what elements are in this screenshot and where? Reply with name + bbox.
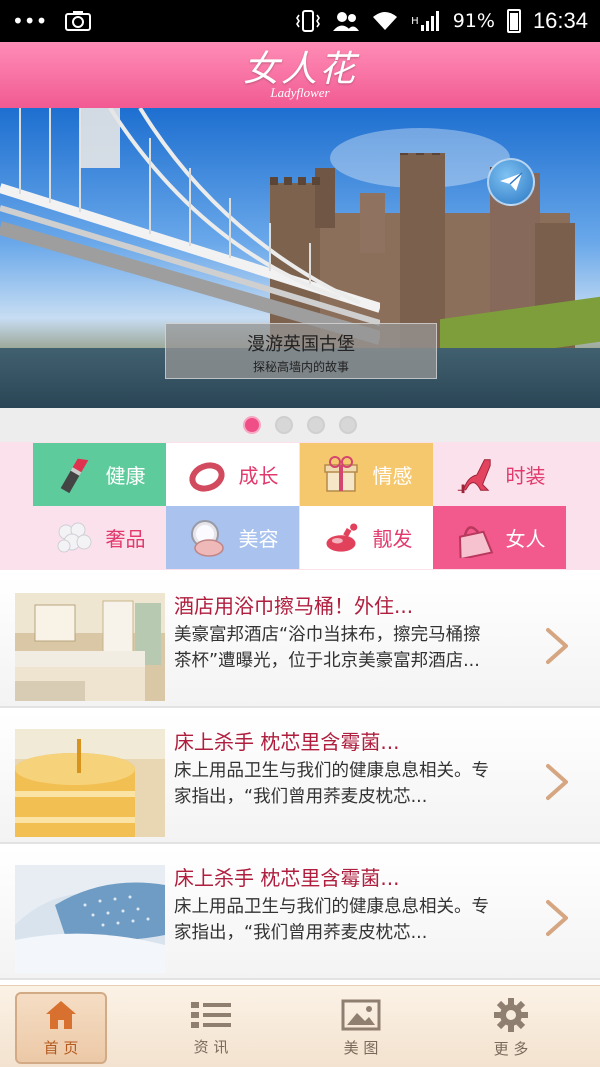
high-heel-icon — [454, 455, 494, 495]
nav-home[interactable]: 首 页 — [15, 992, 107, 1064]
news-title: 床上杀手 枕芯里含霉菌... — [174, 730, 400, 754]
page-dot-1[interactable] — [243, 416, 261, 434]
category-women[interactable]: 女人 — [433, 506, 566, 569]
page-indicator — [0, 408, 600, 442]
screenshot-icon — [65, 8, 92, 34]
share-icon[interactable] — [487, 158, 535, 206]
perfume-icon — [321, 518, 361, 558]
category-emotion[interactable]: 情感 — [300, 443, 433, 506]
contacts-icon — [333, 8, 360, 34]
page-dot-4[interactable] — [339, 416, 357, 434]
category-fashion[interactable]: 时装 — [433, 443, 566, 506]
category-beauty[interactable]: 美容 — [166, 506, 299, 569]
news-summary: 床上用品卫生与我们的健康息息相关。专家指出，“我们曾用荞麦皮枕芯... — [174, 897, 489, 943]
home-icon — [46, 1000, 76, 1029]
banner-caption-title: 漫游英国古堡 — [247, 334, 355, 355]
news-item[interactable]: 床上杀手 枕芯里含霉菌... 床上用品卫生与我们的健康息息相关。专家指出，“我们… — [0, 712, 600, 844]
battery-percent: 91% — [452, 10, 495, 32]
chevron-right-icon[interactable] — [542, 898, 572, 938]
chevron-right-icon[interactable] — [542, 626, 572, 666]
clock: 16:34 — [532, 8, 588, 33]
nav-news[interactable]: 资 讯 — [165, 992, 257, 1064]
status-bar: ••• H 91% 16:34 — [0, 0, 600, 42]
bottom-navigation: 首 页 资 讯 美 图 更 多 — [0, 985, 600, 1067]
page-dot-2[interactable] — [275, 416, 293, 434]
gift-box-icon — [321, 455, 361, 495]
app-header: 女人花 Ladyflower — [0, 42, 600, 108]
news-summary: 美豪富邦酒店“浴巾当抹布，擦完马桶擦茶杯”遭曝光，位于北京美豪富邦酒店... — [174, 625, 481, 671]
news-item[interactable]: 床上杀手 枕芯里含霉菌... 床上用品卫生与我们的健康息息相关。专家指出，“我们… — [0, 848, 600, 980]
category-growth[interactable]: 成长 — [166, 443, 299, 506]
network-type-label: H — [411, 15, 419, 27]
category-luxury[interactable]: 奢品 — [33, 506, 166, 569]
category-label: 女人 — [505, 527, 546, 551]
app-logo: 女人花 Ladyflower — [242, 48, 357, 99]
bracelet-icon — [187, 455, 227, 495]
lipstick-icon — [54, 455, 94, 495]
category-label: 成长 — [238, 464, 279, 488]
wifi-icon — [371, 8, 399, 34]
category-hair[interactable]: 靓发 — [300, 506, 433, 569]
news-thumbnail — [15, 593, 165, 701]
nav-more[interactable]: 更 多 — [465, 992, 557, 1064]
notification-dots: ••• — [12, 9, 48, 33]
category-health[interactable]: 健康 — [33, 443, 166, 506]
gear-icon — [494, 997, 528, 1032]
compact-mirror-icon — [187, 518, 227, 558]
category-label: 美容 — [238, 527, 279, 551]
banner-caption[interactable]: 漫游英国古堡 探秘高墙内的故事 — [165, 323, 437, 379]
news-title: 酒店用浴巾擦马桶！外住... — [174, 594, 414, 618]
nav-label: 美 图 — [343, 1038, 379, 1057]
list-icon — [191, 1001, 231, 1028]
nav-label: 资 讯 — [193, 1037, 229, 1056]
picture-icon — [341, 999, 381, 1030]
category-label: 靓发 — [372, 527, 413, 551]
vibrate-icon — [295, 8, 321, 34]
category-label: 奢品 — [105, 527, 146, 551]
category-label: 健康 — [105, 464, 146, 488]
news-summary: 床上用品卫生与我们的健康息息相关。专家指出，“我们曾用荞麦皮枕芯... — [174, 761, 489, 807]
page-dot-3[interactable] — [307, 416, 325, 434]
chevron-right-icon[interactable] — [542, 762, 572, 802]
category-label: 时装 — [505, 464, 546, 488]
news-thumbnail — [15, 865, 165, 973]
banner-caption-subtitle: 探秘高墙内的故事 — [252, 360, 349, 374]
nav-pictures[interactable]: 美 图 — [315, 992, 407, 1064]
bridge-illustration — [0, 108, 380, 345]
news-item[interactable]: 酒店用浴巾擦马桶！外住... 美豪富邦酒店“浴巾当抹布，擦完马桶擦茶杯”遭曝光，… — [0, 576, 600, 708]
news-thumbnail — [15, 729, 165, 837]
category-grid: 健康 成长 情感 时装 奢品 美容 靓发 女人 — [0, 442, 600, 570]
pearls-icon — [54, 518, 94, 558]
news-title: 床上杀手 枕芯里含霉菌... — [174, 866, 400, 890]
logo-main-text: 女人花 — [242, 48, 357, 90]
banner-carousel[interactable]: 漫游英国古堡 探秘高墙内的故事 — [0, 108, 600, 408]
nav-label: 首 页 — [43, 1038, 79, 1057]
handbag-icon — [454, 518, 494, 558]
nav-label: 更 多 — [493, 1039, 529, 1058]
signal-icon: H — [411, 8, 441, 34]
category-label: 情感 — [372, 464, 413, 488]
battery-icon — [506, 9, 521, 33]
